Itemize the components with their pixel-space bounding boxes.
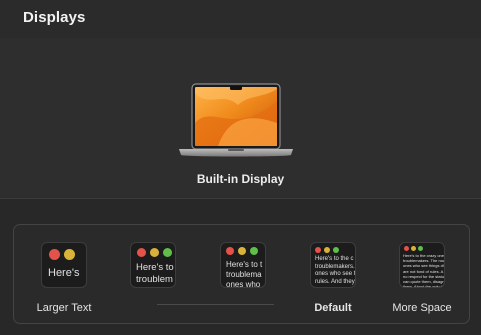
sample-text: Here's to the crazy one troublemakers. T…	[403, 253, 445, 288]
close-dot-icon	[226, 247, 234, 255]
minimize-dot-icon	[238, 247, 246, 255]
sample-text: Here's	[48, 267, 80, 279]
display-preview-area: Built-in Display	[0, 38, 481, 199]
zoom-dot-icon	[333, 247, 339, 253]
minimize-dot-icon	[324, 247, 330, 253]
resolution-option-default[interactable]: Here's to the c troublemakers. ones who …	[310, 242, 356, 288]
resolution-option-3[interactable]: Here's to t troublema ones who	[220, 242, 266, 288]
zoom-dot-icon	[418, 246, 423, 251]
minimize-dot-icon	[150, 248, 159, 257]
label-default: Default	[314, 302, 352, 314]
sample-text: Here's to t troublema ones who	[226, 260, 263, 288]
resolution-section: Here's Here's to troublem Here's to t tr…	[0, 199, 481, 335]
minimize-dot-icon	[411, 246, 416, 251]
resolution-option-more-space[interactable]: Here's to the crazy one troublemakers. T…	[399, 242, 445, 288]
minimize-dot-icon	[64, 249, 75, 260]
window-header: Displays	[0, 0, 481, 38]
resolution-options-panel: Here's Here's to troublem Here's to t tr…	[13, 224, 470, 324]
close-dot-icon	[49, 249, 60, 260]
zoom-dot-icon	[163, 248, 172, 257]
label-larger-text: Larger Text	[36, 302, 92, 314]
resolution-option-2[interactable]: Here's to troublem	[130, 242, 176, 288]
close-dot-icon	[315, 247, 321, 253]
scale-divider-line	[157, 304, 274, 305]
zoom-dot-icon	[250, 247, 258, 255]
resolution-option-larger-text[interactable]: Here's	[41, 242, 87, 288]
sample-text: Here's to the c troublemakers. ones who …	[315, 256, 356, 285]
page-title: Displays	[23, 9, 86, 26]
sample-text: Here's to troublem	[136, 262, 174, 285]
label-more-space: More Space	[392, 302, 452, 314]
close-dot-icon	[404, 246, 409, 251]
display-name: Built-in Display	[196, 172, 285, 186]
macbook-pro-icon[interactable]	[178, 83, 294, 161]
close-dot-icon	[137, 248, 146, 257]
